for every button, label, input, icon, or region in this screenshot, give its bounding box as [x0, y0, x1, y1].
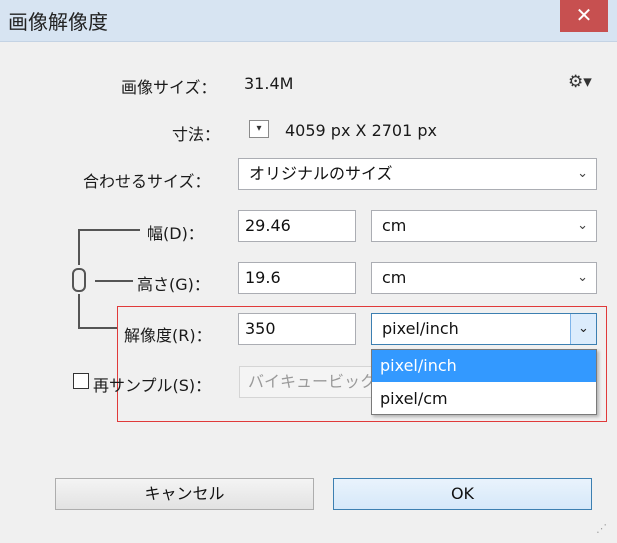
resolution-unit-value: pixel/inch	[382, 319, 459, 338]
width-unit-select[interactable]: cm ⌄	[371, 210, 597, 242]
resolution-unit-select[interactable]: pixel/inch ⌄	[371, 313, 597, 345]
constrain-bracket	[78, 229, 80, 265]
chevron-down-icon: ⌄	[577, 166, 588, 181]
ok-button[interactable]: OK	[333, 478, 592, 510]
chevron-down-icon: ⌄	[577, 270, 588, 285]
dimensions-unit-toggle-icon[interactable]: ▾	[249, 120, 269, 138]
image-size-value: 31.4M	[244, 74, 294, 93]
constrain-bracket	[78, 327, 118, 329]
resize-grip-icon[interactable]: ⋰	[596, 522, 612, 538]
resample-label: 再サンプル(S)：	[93, 376, 212, 395]
chain-link-icon[interactable]	[72, 268, 86, 292]
close-icon: ✕	[575, 3, 593, 27]
height-unit-select[interactable]: cm ⌄	[371, 262, 597, 294]
gear-icon[interactable]: ⚙▾	[568, 72, 594, 92]
width-label: 幅(D)：	[147, 224, 204, 243]
image-size-label: 画像サイズ：	[121, 78, 217, 97]
chevron-down-icon: ⌄	[577, 218, 588, 233]
resolution-label: 解像度(R)：	[124, 326, 212, 345]
close-button[interactable]: ✕	[560, 0, 608, 32]
dropdown-option-pixel-cm[interactable]: pixel/cm	[372, 383, 596, 415]
fit-to-select[interactable]: オリジナルのサイズ ⌄	[238, 158, 597, 190]
height-input[interactable]: 19.6	[238, 262, 356, 294]
dimensions-label: 寸法：	[172, 125, 221, 144]
window-title: 画像解像度	[8, 10, 108, 34]
cancel-button[interactable]: キャンセル	[55, 478, 314, 510]
title-bar: 画像解像度 ✕	[0, 0, 617, 42]
resample-method-select: バイキュービック	[239, 366, 377, 398]
constrain-bracket	[78, 294, 80, 328]
resample-checkbox[interactable]	[73, 373, 89, 389]
resolution-unit-dropdown: pixel/inch pixel/cm	[371, 349, 597, 415]
height-label: 高さ(G)：	[137, 275, 210, 294]
resolution-input[interactable]: 350	[238, 313, 356, 345]
width-unit-value: cm	[382, 216, 407, 235]
fit-to-value: オリジナルのサイズ	[249, 164, 393, 183]
width-input[interactable]: 29.46	[238, 210, 356, 242]
chevron-down-icon[interactable]: ⌄	[570, 314, 596, 344]
dropdown-option-pixel-inch[interactable]: pixel/inch	[372, 350, 596, 382]
dimensions-value: 4059 px X 2701 px	[285, 121, 437, 140]
constrain-bracket	[95, 280, 133, 282]
fit-to-label: 合わせるサイズ：	[83, 172, 211, 191]
height-unit-value: cm	[382, 268, 407, 287]
constrain-bracket	[78, 229, 140, 231]
